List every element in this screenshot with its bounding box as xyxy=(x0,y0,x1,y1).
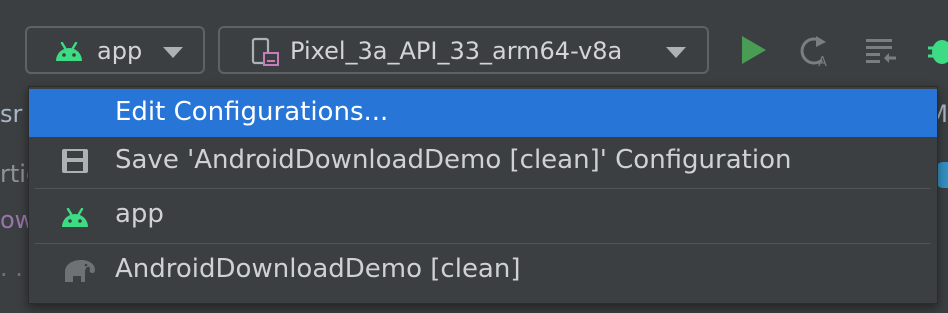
device-dropdown[interactable]: Pixel_3a_API_33_arm64-v8a xyxy=(218,26,709,74)
run-configuration-menu: Edit Configurations... Save 'AndroidDown… xyxy=(28,86,938,304)
menu-item-edit-configurations[interactable]: Edit Configurations... xyxy=(29,89,937,137)
chevron-down-icon xyxy=(163,47,183,58)
run-configuration-label: app xyxy=(97,37,143,65)
apply-code-changes-button[interactable] xyxy=(864,34,898,70)
menu-item-gradle-task[interactable]: AndroidDownloadDemo [clean] xyxy=(29,246,937,294)
play-icon xyxy=(742,36,766,64)
editor-text-fragment: . . xyxy=(0,254,23,282)
toolbar: app Pixel_3a_API_33_arm64-v8a A xyxy=(0,0,948,88)
menu-separator xyxy=(35,243,931,244)
run-configuration-dropdown[interactable]: app xyxy=(25,26,205,74)
apply-code-changes-icon xyxy=(866,39,896,63)
menu-separator xyxy=(35,188,931,189)
menu-item-label: app xyxy=(115,199,164,229)
debug-bug-icon xyxy=(928,40,948,64)
apply-changes-button[interactable]: A xyxy=(798,34,834,72)
svg-text:A: A xyxy=(818,55,827,68)
phone-device-icon xyxy=(250,37,280,73)
menu-item-label: AndroidDownloadDemo [clean] xyxy=(115,254,521,284)
menu-item-save-configuration[interactable]: Save 'AndroidDownloadDemo [clean]' Confi… xyxy=(29,137,937,185)
menu-item-app[interactable]: app xyxy=(29,191,937,239)
android-icon xyxy=(61,205,89,235)
editor-tab-fragment: sr xyxy=(0,100,23,128)
menu-item-label: Save 'AndroidDownloadDemo [clean]' Confi… xyxy=(115,145,792,175)
save-floppy-icon xyxy=(61,148,89,181)
run-button[interactable] xyxy=(740,34,768,70)
menu-item-label: Edit Configurations... xyxy=(115,97,389,127)
chevron-down-icon xyxy=(666,47,686,58)
debug-button[interactable] xyxy=(928,36,948,70)
apply-changes-icon: A xyxy=(800,36,827,70)
android-icon xyxy=(55,40,83,68)
device-label: Pixel_3a_API_33_arm64-v8a xyxy=(290,37,623,65)
gradle-elephant-icon xyxy=(61,256,97,291)
